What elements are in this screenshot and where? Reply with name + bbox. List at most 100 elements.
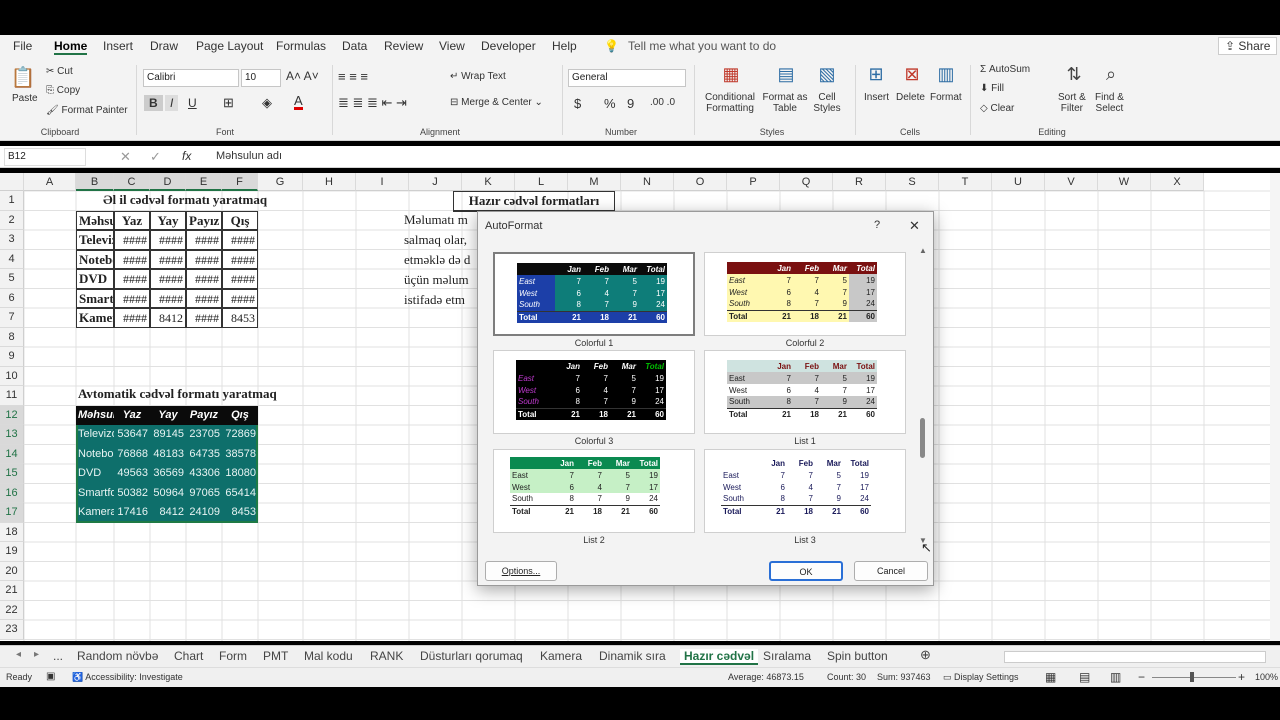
row-header-20[interactable]: 20 (0, 561, 24, 581)
ok-button[interactable]: OK (769, 561, 843, 581)
column-header-M[interactable]: M (568, 173, 621, 191)
comma-button[interactable]: 9 (627, 96, 634, 111)
formula-input[interactable]: Məhsulun adı (216, 150, 282, 162)
table1-header[interactable]: Yaz (114, 210, 150, 230)
column-header-L[interactable]: L (515, 173, 568, 191)
table1-cell[interactable]: #### (222, 230, 258, 250)
wrap-text-button[interactable]: ↵ Wrap Text (450, 71, 506, 82)
table2-cell[interactable]: 43306 (186, 464, 222, 484)
help-button[interactable]: ? (874, 219, 880, 231)
row-header-12[interactable]: 12 (0, 405, 24, 425)
menu-help[interactable]: Help (552, 39, 577, 53)
sheet-tab[interactable]: Dinamik sıra (599, 649, 666, 663)
table2-header[interactable]: Yay (150, 406, 186, 426)
sheet-tab[interactable]: Random növbə (77, 649, 158, 663)
table1-cell[interactable]: #### (114, 249, 150, 269)
table1-row-label[interactable]: DVD (76, 269, 114, 289)
clear-button[interactable]: ◇ Clear (980, 103, 1014, 114)
zoom-slider[interactable] (1152, 677, 1236, 678)
close-button[interactable]: ✕ (909, 218, 920, 234)
row-header-22[interactable]: 22 (0, 600, 24, 620)
row-header-17[interactable]: 17 (0, 503, 24, 523)
format-option-colorful-3[interactable]: Jan Feb Mar Total East 7 7 5 19 West 6 4 7 17 South 8 7 9… (493, 350, 695, 434)
tab-scroll-left-icon[interactable]: ◂ (16, 649, 21, 660)
row-header-15[interactable]: 15 (0, 464, 24, 484)
font-name-select[interactable]: Calibri (143, 69, 239, 87)
column-header-A[interactable]: A (24, 173, 76, 191)
menu-insert[interactable]: Insert (103, 39, 133, 53)
column-header-O[interactable]: O (674, 173, 727, 191)
column-header-S[interactable]: S (886, 173, 939, 191)
table2-cell[interactable]: 89145 (150, 425, 186, 445)
format-option-list-1[interactable]: Jan Feb Mar Total East 7 7 5 19 West 6 4 7 17 South 8 7 9… (704, 350, 906, 434)
column-header-H[interactable]: H (303, 173, 356, 191)
tab-scroll-right-icon[interactable]: ▸ (34, 649, 39, 660)
zoom-out-icon[interactable]: − (1138, 670, 1145, 684)
table1-cell[interactable]: #### (222, 249, 258, 269)
column-header-G[interactable]: G (258, 173, 303, 191)
table2-row-label[interactable]: Smartfon (76, 484, 114, 504)
fx-icon[interactable]: fx (182, 149, 191, 163)
sheet-tab[interactable]: RANK (370, 649, 403, 663)
table2-cell[interactable]: 8412 (150, 503, 186, 523)
grow-font-icon[interactable]: A˄ A˅ (286, 69, 319, 83)
table1-row-label[interactable]: Televizor (76, 230, 114, 250)
column-header-W[interactable]: W (1098, 173, 1151, 191)
table2-header[interactable]: Yaz (114, 406, 150, 426)
menu-formulas[interactable]: Formulas (276, 39, 326, 53)
paste-button[interactable]: Paste (12, 93, 38, 104)
table2-cell[interactable]: 97065 (186, 484, 222, 504)
font-size-select[interactable]: 10 (241, 69, 281, 87)
accessibility-status[interactable]: ♿ Accessibility: Investigate (72, 672, 183, 683)
sheet-tab[interactable]: Mal kodu (304, 649, 353, 663)
table1-header[interactable]: Məhsulun a (76, 210, 114, 230)
column-header-P[interactable]: P (727, 173, 780, 191)
cancel-button[interactable]: Cancel (854, 561, 928, 581)
table1-cell[interactable]: 8412 (150, 308, 186, 328)
conditional-formatting-button[interactable]: Conditional Formatting (704, 92, 756, 114)
font-color-icon[interactable]: A (294, 94, 303, 110)
share-button[interactable]: ⇪ Share (1218, 37, 1278, 55)
table2-cell[interactable]: 50382 (114, 484, 150, 504)
table2-cell[interactable]: 48183 (150, 445, 186, 465)
table2-cell[interactable]: 50964 (150, 484, 186, 504)
autosum-button[interactable]: Σ AutoSum (980, 64, 1030, 75)
percent-button[interactable]: % (604, 96, 616, 111)
sheet-tab[interactable]: Chart (174, 649, 203, 663)
find-select-button[interactable]: Find & Select (1095, 92, 1124, 114)
row-header-5[interactable]: 5 (0, 269, 24, 289)
fill-color-icon[interactable]: ◈ (262, 95, 272, 111)
table1-cell[interactable]: #### (150, 288, 186, 308)
menu-page-layout[interactable]: Page Layout (196, 39, 263, 53)
table2-cell[interactable]: 72869 (222, 425, 258, 445)
format-option-colorful-2[interactable]: Jan Feb Mar Total East 7 7 5 19 West 6 4 7 17 South 8 7 9… (704, 252, 906, 336)
sheet-tab[interactable]: ... (53, 649, 63, 663)
row-header-10[interactable]: 10 (0, 366, 24, 386)
table1-header[interactable]: Yay (150, 210, 186, 230)
table1-cell[interactable]: #### (114, 288, 150, 308)
table2-cell[interactable]: 65414 (222, 484, 258, 504)
cancel-icon[interactable]: ✕ (120, 149, 131, 165)
vertical-scrollbar[interactable] (1270, 173, 1280, 641)
table1-cell[interactable]: #### (222, 269, 258, 289)
column-header-N[interactable]: N (621, 173, 674, 191)
table2-cell[interactable]: 76868 (114, 445, 150, 465)
format-painter-button[interactable]: 🖌 Format Painter (46, 105, 128, 116)
column-header-F[interactable]: F (222, 173, 258, 191)
row-header-3[interactable]: 3 (0, 230, 24, 250)
row-header-14[interactable]: 14 (0, 444, 24, 464)
select-all-corner[interactable] (0, 173, 24, 191)
sheet-tab[interactable]: PMT (263, 649, 288, 663)
column-header-E[interactable]: E (186, 173, 222, 191)
row-header-21[interactable]: 21 (0, 581, 24, 601)
format-cells-button[interactable]: Format (930, 92, 962, 103)
top-align-icon[interactable]: ≡ ≡ ≡ (338, 69, 368, 84)
row-header-19[interactable]: 19 (0, 542, 24, 562)
number-format-select[interactable]: General (568, 69, 686, 87)
insert-cells-button[interactable]: Insert (864, 92, 889, 103)
table1-cell[interactable]: #### (150, 249, 186, 269)
row-header-23[interactable]: 23 (0, 620, 24, 640)
menu-review[interactable]: Review (384, 39, 423, 53)
menu-view[interactable]: View (439, 39, 465, 53)
table1-cell[interactable]: #### (186, 308, 222, 328)
